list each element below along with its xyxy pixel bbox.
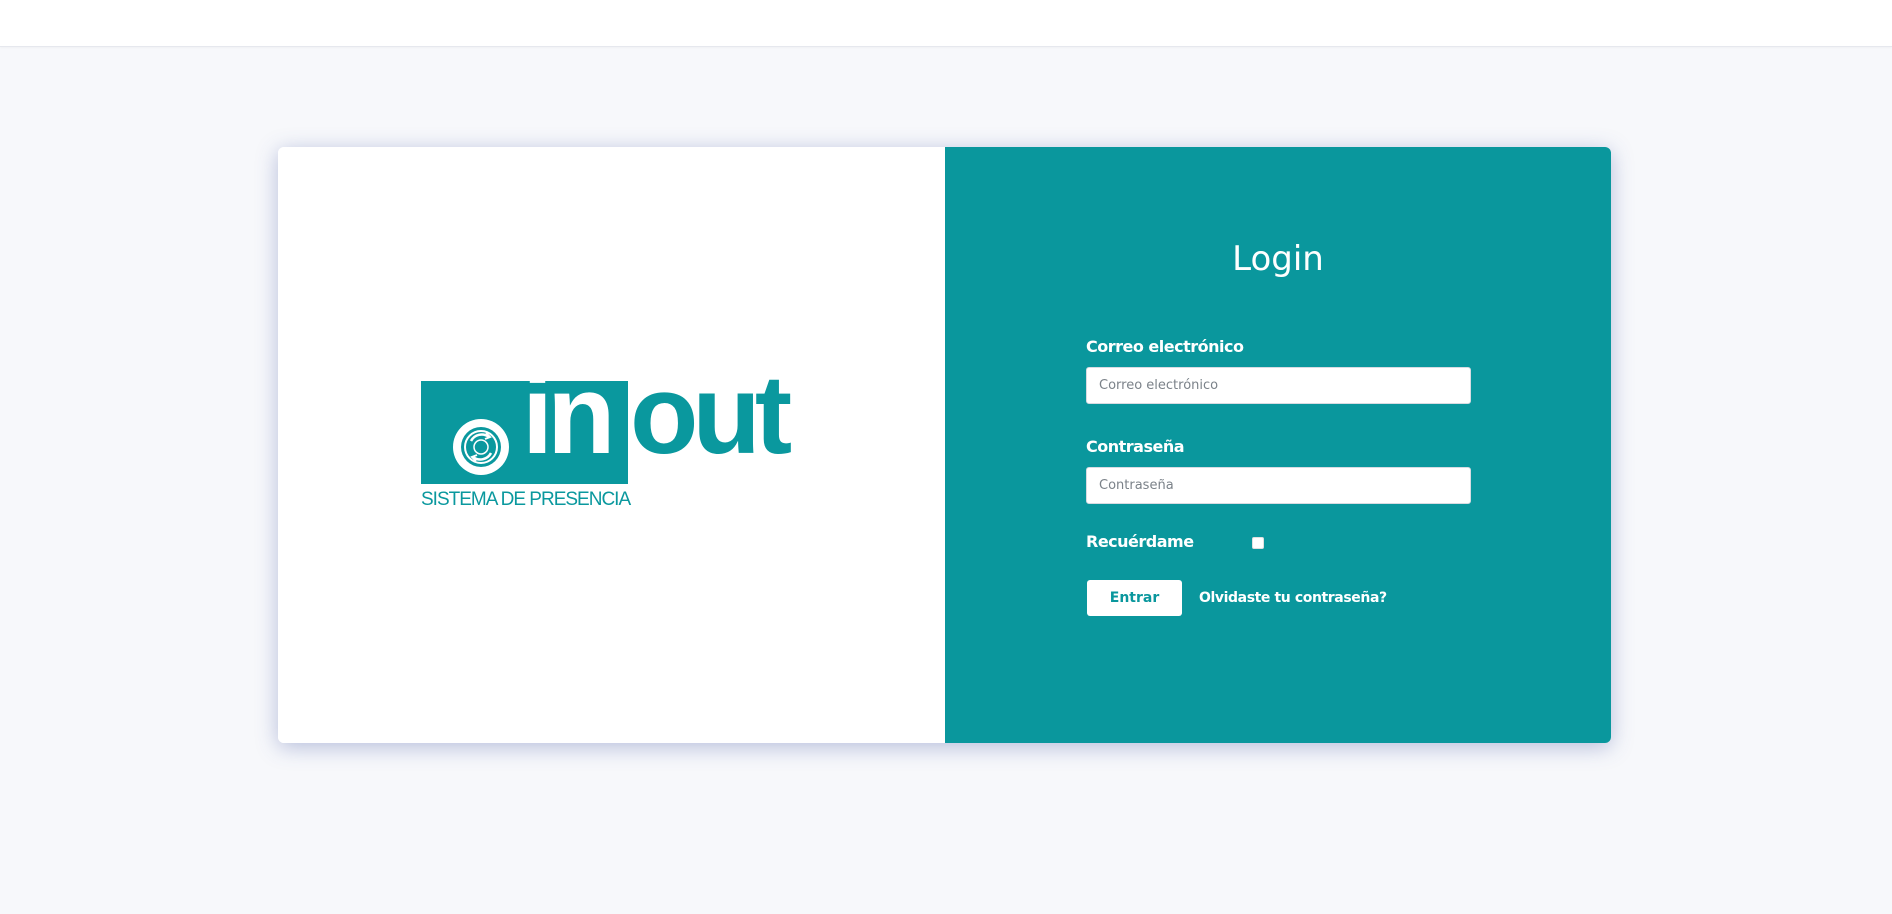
password-label: Contraseña — [1086, 437, 1185, 456]
brand-panel: in out SISTEMA DE PRESENCIA — [278, 147, 945, 743]
logo-text-out: out — [630, 352, 792, 477]
forgot-password-link[interactable]: Olvidaste tu contraseña? — [1199, 590, 1387, 606]
password-field[interactable] — [1086, 467, 1471, 504]
sync-circle-icon — [453, 419, 509, 475]
login-form: Correo electrónico Contraseña Recuérdame… — [1086, 337, 1471, 616]
form-actions: Entrar Olvidaste tu contraseña? — [1086, 580, 1471, 616]
email-field[interactable] — [1086, 367, 1471, 404]
submit-button[interactable]: Entrar — [1087, 580, 1182, 616]
login-title: Login — [1232, 239, 1324, 279]
remember-me-checkbox[interactable] — [1252, 537, 1264, 549]
password-group: Contraseña — [1086, 437, 1471, 504]
remember-me-label: Recuérdame — [1086, 532, 1194, 551]
login-card: in out SISTEMA DE PRESENCIA Login Correo… — [278, 147, 1611, 743]
email-label: Correo electrónico — [1086, 337, 1244, 356]
login-panel: Login Correo electrónico Contraseña Recu… — [945, 147, 1611, 743]
top-navbar — [0, 0, 1892, 47]
logo-subtitle: SISTEMA DE PRESENCIA — [421, 489, 631, 510]
remember-me-row: Recuérdame — [1086, 532, 1471, 554]
logo-text-in: in — [522, 352, 615, 477]
inout-logo: in out SISTEMA DE PRESENCIA — [421, 359, 801, 511]
